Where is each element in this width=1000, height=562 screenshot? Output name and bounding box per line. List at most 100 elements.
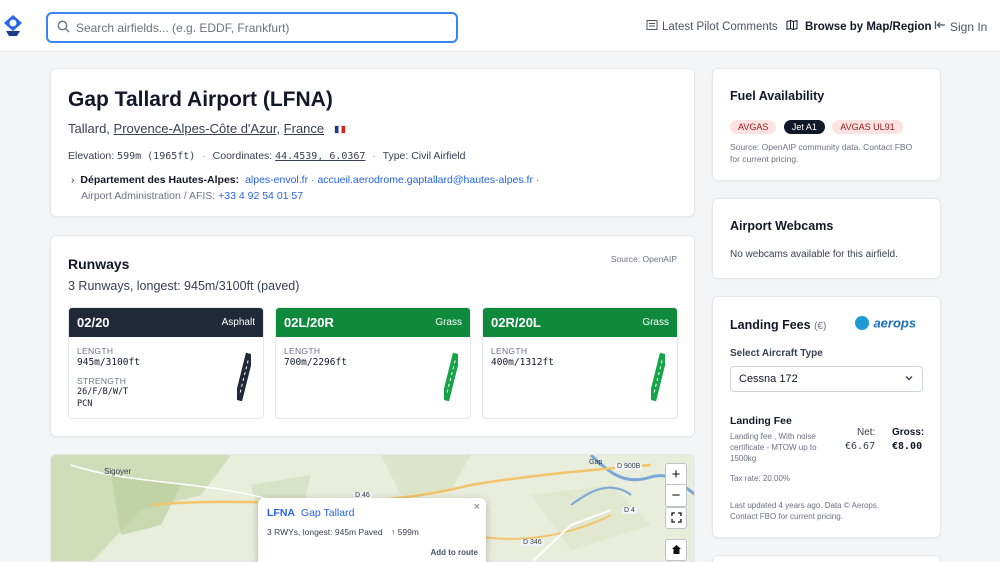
fuel-note-line: for current pricing. [730,154,799,164]
fee-desc-line: certificate - MTOW up to [730,443,817,452]
email-link[interactable]: accueil.aerodrome.gaptallard@hautes-alpe… [317,174,533,186]
latest-comments-link[interactable]: Latest Pilot Comments [646,19,778,34]
runway-length: 945m/3100ft [77,357,140,368]
fuel-note: Source: OpenAIP community data. Contact … [730,141,912,165]
runway-surface: Grass [435,317,462,328]
runway-length: 400m/1312ft [491,357,554,368]
popup-name[interactable]: Gap Tallard [301,507,355,519]
sign-in-icon [934,19,946,34]
zoom-out-button[interactable]: − [665,485,687,507]
comments-icon [646,19,658,34]
fullscreen-icon [670,510,682,527]
map-label: D 4 [622,507,637,514]
type-label: Type: [382,150,409,162]
country-link[interactable]: France [284,121,324,136]
type-value: Civil Airfield [411,150,466,162]
map-icon [786,19,798,34]
runway-strip-icon [441,352,461,407]
map-label: Gap [589,459,603,466]
runways-title: Runways [68,256,130,272]
map-popup: LFNA Gap Tallard × 3 RWYs, longest: 945m… [258,498,486,562]
add-to-route-button[interactable]: Add to route [430,548,478,557]
fees-updated-line: Contact FBO for current pricing. [730,512,843,521]
map-label: D 900B [615,463,643,470]
length-label: LENGTH [491,346,528,356]
admin-label: Airport Administration / AFIS: [81,190,216,202]
top-bar: Latest Pilot Comments Browse by Map/Regi… [0,0,1000,52]
runway-surface: Asphalt [221,317,255,328]
arrow-up-icon: ↑ [390,527,396,537]
city: Tallard [68,121,107,136]
phone-link[interactable]: +33 4 92 54 01 57 [218,190,303,202]
latest-comments-label: Latest Pilot Comments [662,20,778,33]
net-value: €6.67 [845,441,876,452]
close-icon[interactable]: × [474,501,480,513]
fuel-card: Fuel Availability AVGAS Jet A1 AVGAS UL9… [712,68,941,181]
elevation-label: Elevation: [68,150,115,162]
fees-updated-line: Last updated 4 years ago. Data © Aerops. [730,501,880,510]
runway-header: 02R/20L Grass [483,308,677,337]
fee-title: Landing Fee [730,415,792,427]
runway-strip-icon [234,352,254,407]
search-box[interactable] [46,12,458,43]
runway-strength: 26/F/B/W/T [77,387,129,397]
aircraft-value: Cessna 172 [739,373,798,385]
chevron-right-icon[interactable]: › [71,174,75,186]
coordinates-value[interactable]: 44.4539, 6.0367 [275,151,365,162]
france-flag-icon [333,125,346,135]
search-input[interactable] [76,19,446,37]
fuel-badge: AVGAS [730,120,777,134]
sign-in-link[interactable]: Sign In [934,19,987,34]
runway-card[interactable]: 02L/20R Grass LENGTH 700m/2296ft [275,307,471,419]
runway-card[interactable]: 02R/20L Grass LENGTH 400m/1312ft [482,307,678,419]
fuel-badge: Jet A1 [783,120,825,134]
coordinates-label: Coordinates: [212,150,273,162]
aircraft-select[interactable]: Cessna 172 [730,366,923,392]
zoom-in-button[interactable]: + [665,463,687,485]
tax-rate: Tax rate: 20.00% [730,474,791,483]
gross-label: Gross: [892,427,925,438]
browse-map-link[interactable]: Browse by Map/Region [786,19,932,34]
page-title: Gap Tallard Airport (LFNA) [68,88,333,111]
aerops-logo-text: aerops [873,315,917,331]
strength-label: STRENGTH [77,376,127,386]
popup-code[interactable]: LFNA [267,507,295,519]
webcams-title: Airport Webcams [730,219,834,233]
fee-desc-line: Landing fee , With noise [730,432,816,441]
runway-designator: 02R/20L [491,315,541,330]
runway-header: 02/20 Asphalt [69,308,263,337]
chevron-down-icon [904,373,914,386]
fuel-badges: AVGAS Jet A1 AVGAS UL91 [730,117,906,135]
next-card [712,555,941,562]
runway-designator: 02L/20R [284,315,334,330]
logo-icon[interactable] [3,15,23,37]
runway-card[interactable]: 02/20 Asphalt LENGTH 945m/3100ft STRENGT… [68,307,264,419]
length-label: LENGTH [284,346,321,356]
runway-pcn: PCN [77,399,93,409]
home-button[interactable] [665,539,687,561]
popup-info: 3 RWYs, longest: 945m Paved [267,527,383,537]
website-link[interactable]: alpes-envol.fr [245,174,308,186]
runways-source: Source: OpenAIP [610,254,677,264]
sign-in-label: Sign In [950,19,988,34]
runway-strip-icon [648,352,668,407]
operator-name: Département des Hautes-Alpes: [80,174,240,186]
length-label: LENGTH [77,346,114,356]
aerops-logo[interactable]: aerops [855,314,916,332]
map-label: D 346 [521,539,544,546]
runways-card: Runways Source: OpenAIP 3 Runways, longe… [50,235,695,437]
aerops-logo-icon [855,315,869,330]
fees-title: Landing Fees (€) [730,318,826,332]
search-icon [57,20,70,38]
airport-meta: Elevation: 599m (1965ft) · Coordinates: … [68,150,466,162]
elevation-value: 599m (1965ft) [117,151,196,162]
browse-label: Browse by Map/Region [805,20,932,33]
airport-card: Gap Tallard Airport (LFNA) Tallard, Prov… [50,68,695,217]
home-icon [671,542,682,559]
fullscreen-button[interactable] [665,507,687,529]
aircraft-label: Select Aircraft Type [730,348,823,359]
fuel-note-line: Source: OpenAIP community data. Contact … [730,142,913,152]
region-link[interactable]: Provence-Alpes-Côte d'Azur [114,121,277,136]
fee-desc-line: 1500kg [730,454,757,463]
fuel-badge: AVGAS UL91 [832,120,903,134]
